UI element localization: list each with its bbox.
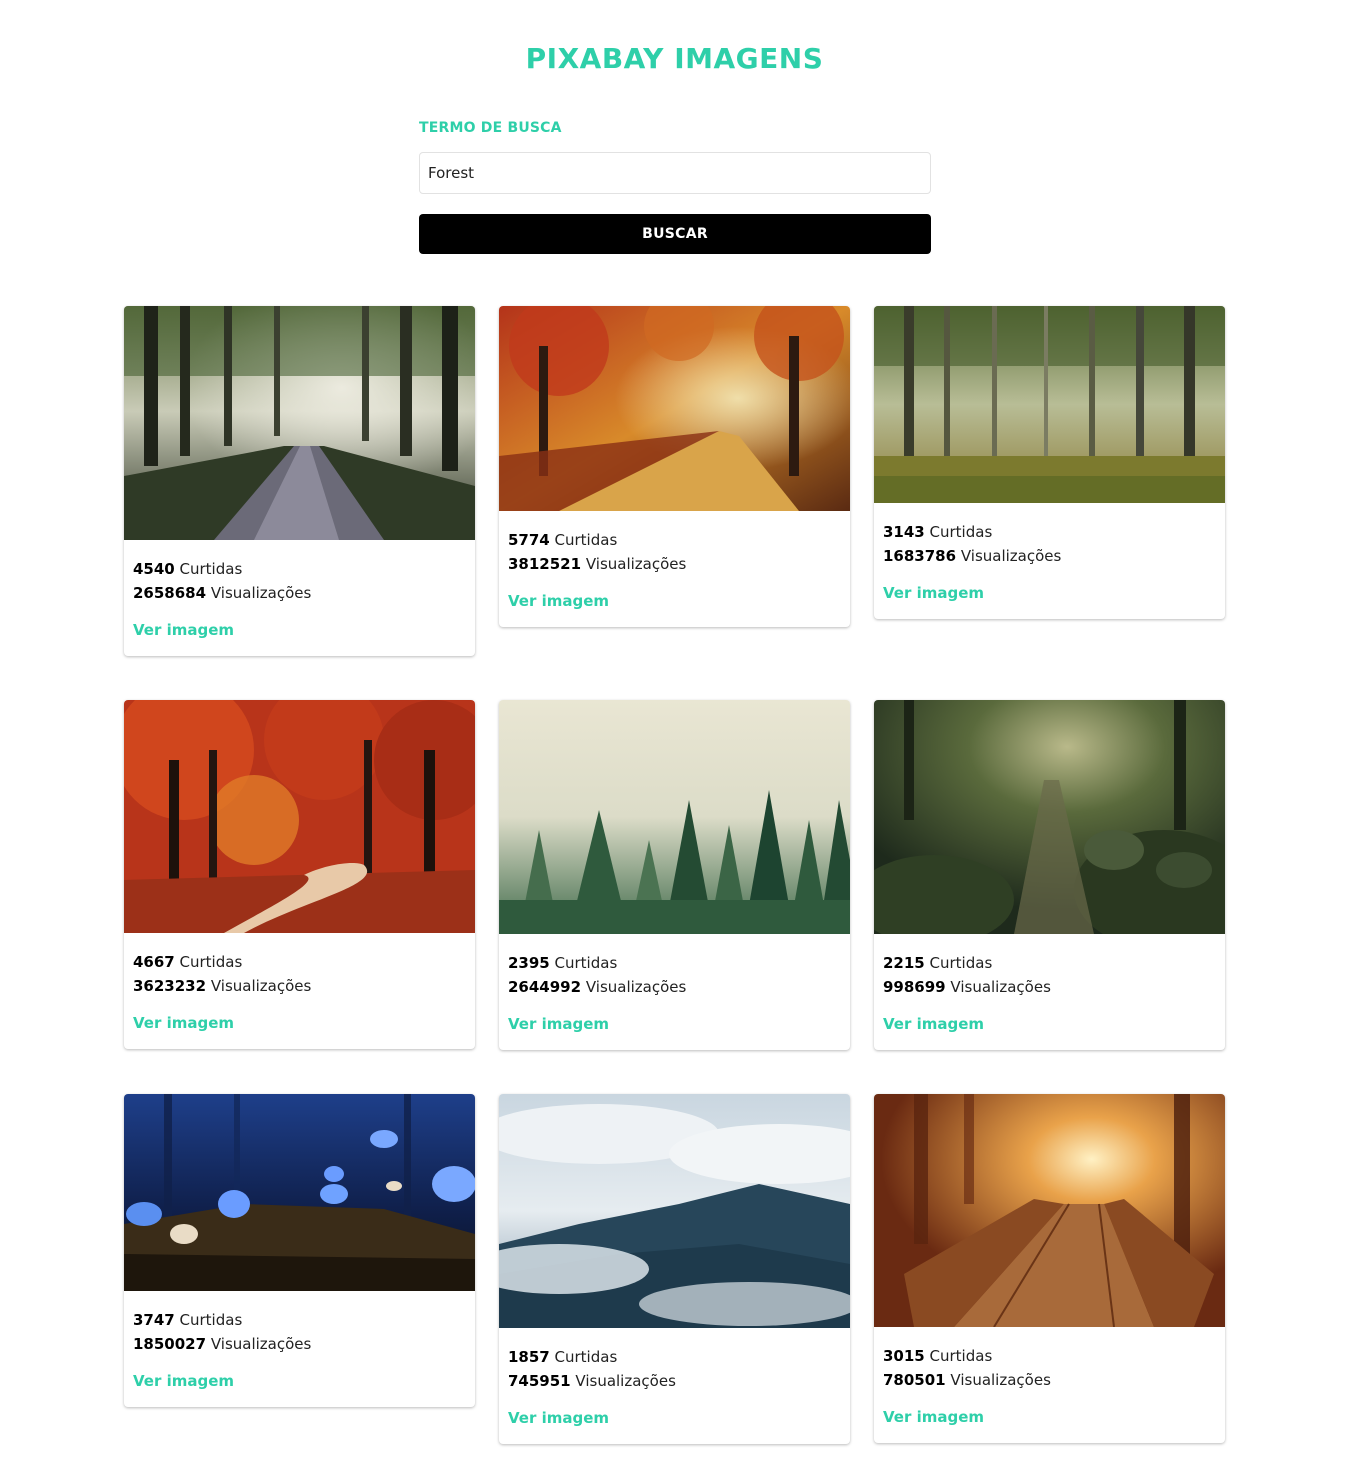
card-image-foggy-mountain[interactable]: [499, 1094, 850, 1328]
views-label: Visualizações: [950, 978, 1051, 996]
view-image-link[interactable]: Ver imagem: [883, 1015, 984, 1033]
card-image-mossy-trail[interactable]: [874, 700, 1225, 934]
card-body: 5774 Curtidas 3812521 Visualizações Ver …: [499, 511, 850, 627]
card-body: 1857 Curtidas 745951 Visualizações Ver i…: [499, 1328, 850, 1444]
views-count: 1850027: [133, 1335, 207, 1353]
view-image-link[interactable]: Ver imagem: [133, 1372, 234, 1390]
image-card: 4540 Curtidas 2658684 Visualizações Ver …: [124, 306, 475, 656]
card-body: 3015 Curtidas 780501 Visualizações Ver i…: [874, 1327, 1225, 1443]
view-image-link[interactable]: Ver imagem: [133, 621, 234, 639]
likes-label: Curtidas: [929, 523, 993, 541]
card-image-golden-bridge[interactable]: [874, 1094, 1225, 1327]
view-image-link[interactable]: Ver imagem: [508, 1409, 609, 1427]
likes-count: 2395: [508, 954, 550, 972]
views-label: Visualizações: [575, 1372, 676, 1390]
views-count: 2658684: [133, 584, 207, 602]
likes-stat: 4667 Curtidas: [133, 950, 466, 974]
view-image-link[interactable]: Ver imagem: [883, 1408, 984, 1426]
likes-label: Curtidas: [929, 1347, 993, 1365]
likes-label: Curtidas: [554, 1348, 618, 1366]
likes-count: 4540: [133, 560, 175, 578]
image-card: 3015 Curtidas 780501 Visualizações Ver i…: [874, 1094, 1225, 1443]
search-input[interactable]: [419, 152, 931, 194]
views-count: 2644992: [508, 978, 582, 996]
card-image-blue-butterflies[interactable]: [124, 1094, 475, 1291]
views-label: Visualizações: [210, 977, 312, 995]
views-count: 745951: [508, 1372, 571, 1390]
likes-stat: 5774 Curtidas: [508, 528, 841, 552]
likes-stat: 3015 Curtidas: [883, 1344, 1216, 1368]
card-body: 2395 Curtidas 2644992 Visualizações Ver …: [499, 934, 850, 1050]
likes-stat: 3747 Curtidas: [133, 1308, 466, 1332]
search-button[interactable]: BUSCAR: [419, 214, 931, 254]
views-label: Visualizações: [950, 1371, 1051, 1389]
views-stat: 3623232 Visualizações: [133, 974, 466, 998]
likes-count: 1857: [508, 1348, 550, 1366]
views-stat: 998699 Visualizações: [883, 975, 1216, 999]
views-stat: 2644992 Visualizações: [508, 975, 841, 999]
views-stat: 1850027 Visualizações: [133, 1332, 466, 1356]
card-image-autumn-path[interactable]: [499, 306, 850, 511]
card-body: 3747 Curtidas 1850027 Visualizações Ver …: [124, 1291, 475, 1407]
views-stat: 1683786 Visualizações: [883, 544, 1216, 568]
views-count: 998699: [883, 978, 946, 996]
likes-count: 3143: [883, 523, 925, 541]
page: PIXABAY IMAGENS TERMO DE BUSCA BUSCAR: [0, 0, 1349, 1467]
likes-label: Curtidas: [554, 531, 618, 549]
likes-count: 2215: [883, 954, 925, 972]
views-label: Visualizações: [210, 584, 312, 602]
likes-stat: 1857 Curtidas: [508, 1345, 841, 1369]
likes-count: 3015: [883, 1347, 925, 1365]
card-image-green-forest[interactable]: [874, 306, 1225, 503]
card-image-misty-pines[interactable]: [499, 700, 850, 934]
image-card: 2215 Curtidas 998699 Visualizações Ver i…: [874, 700, 1225, 1050]
card-body: 3143 Curtidas 1683786 Visualizações Ver …: [874, 503, 1225, 619]
views-stat: 745951 Visualizações: [508, 1369, 841, 1393]
views-stat: 780501 Visualizações: [883, 1368, 1216, 1392]
views-label: Visualizações: [585, 555, 687, 573]
card-body: 4540 Curtidas 2658684 Visualizações Ver …: [124, 540, 475, 656]
card-body: 4667 Curtidas 3623232 Visualizações Ver …: [124, 933, 475, 1049]
views-count: 3623232: [133, 977, 207, 995]
likes-count: 5774: [508, 531, 550, 549]
view-image-link[interactable]: Ver imagem: [508, 592, 609, 610]
likes-label: Curtidas: [554, 954, 618, 972]
likes-stat: 4540 Curtidas: [133, 557, 466, 581]
views-label: Visualizações: [210, 1335, 312, 1353]
search-form: TERMO DE BUSCA BUSCAR: [419, 120, 931, 254]
likes-label: Curtidas: [179, 560, 243, 578]
views-count: 3812521: [508, 555, 582, 573]
views-count: 780501: [883, 1371, 946, 1389]
view-image-link[interactable]: Ver imagem: [133, 1014, 234, 1032]
views-stat: 2658684 Visualizações: [133, 581, 466, 605]
image-card: 5774 Curtidas 3812521 Visualizações Ver …: [499, 306, 850, 627]
likes-stat: 2395 Curtidas: [508, 951, 841, 975]
image-card: 3143 Curtidas 1683786 Visualizações Ver …: [874, 306, 1225, 619]
likes-count: 4667: [133, 953, 175, 971]
image-card: 4667 Curtidas 3623232 Visualizações Ver …: [124, 700, 475, 1049]
likes-count: 3747: [133, 1311, 175, 1329]
views-label: Visualizações: [960, 547, 1062, 565]
likes-stat: 3143 Curtidas: [883, 520, 1216, 544]
search-label: TERMO DE BUSCA: [419, 120, 562, 136]
views-label: Visualizações: [585, 978, 687, 996]
view-image-link[interactable]: Ver imagem: [883, 584, 984, 602]
views-count: 1683786: [883, 547, 957, 565]
card-image-sunbeam-road[interactable]: [124, 306, 475, 540]
image-card: 2395 Curtidas 2644992 Visualizações Ver …: [499, 700, 850, 1050]
likes-stat: 2215 Curtidas: [883, 951, 1216, 975]
card-image-red-autumn-road[interactable]: [124, 700, 475, 933]
card-body: 2215 Curtidas 998699 Visualizações Ver i…: [874, 934, 1225, 1050]
image-card: 3747 Curtidas 1850027 Visualizações Ver …: [124, 1094, 475, 1407]
likes-label: Curtidas: [929, 954, 993, 972]
page-title: PIXABAY IMAGENS: [525, 42, 824, 75]
view-image-link[interactable]: Ver imagem: [508, 1015, 609, 1033]
image-card: 1857 Curtidas 745951 Visualizações Ver i…: [499, 1094, 850, 1444]
likes-label: Curtidas: [179, 1311, 243, 1329]
views-stat: 3812521 Visualizações: [508, 552, 841, 576]
likes-label: Curtidas: [179, 953, 243, 971]
